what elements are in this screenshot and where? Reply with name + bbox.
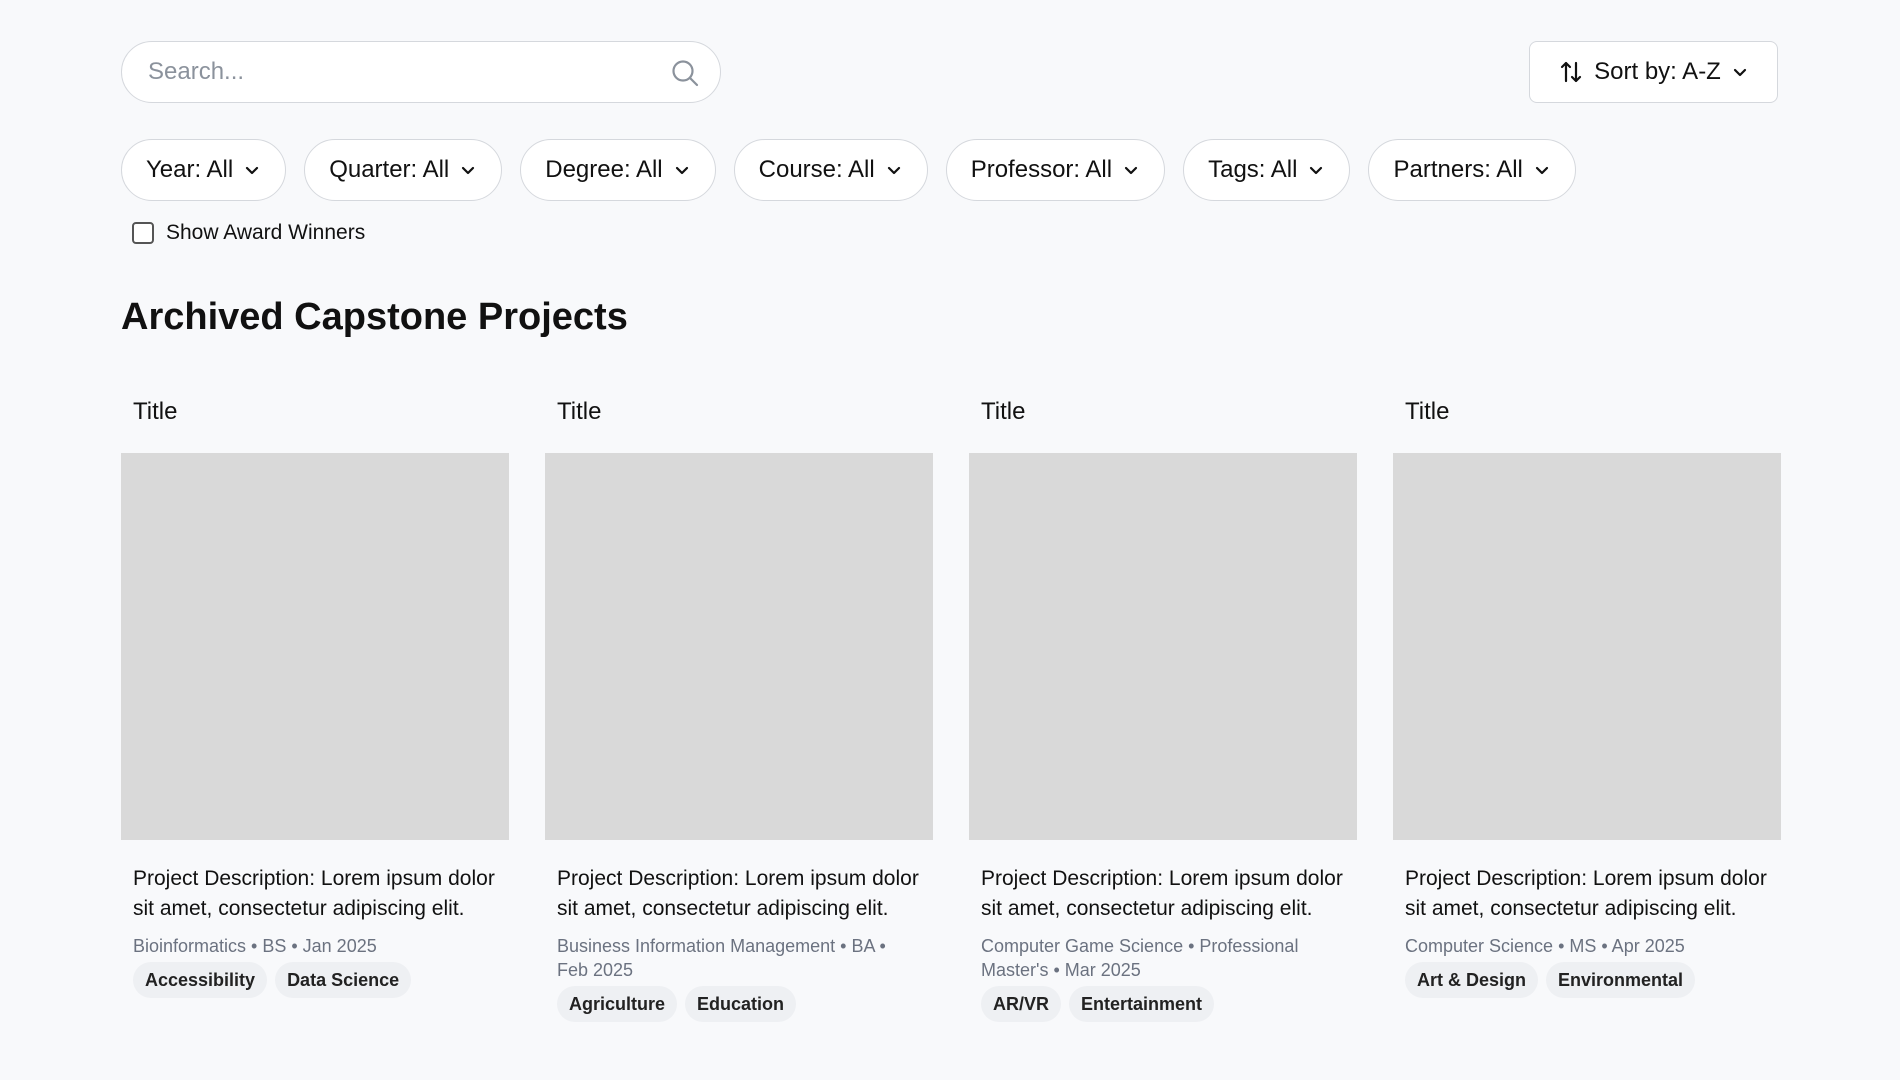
project-description: Project Description: Lorem ipsum dolor s…: [1405, 867, 1767, 920]
project-card[interactable]: Title Project Description: Lorem ipsum d…: [545, 390, 933, 1022]
award-winners-filter[interactable]: Show Award Winners: [132, 221, 365, 245]
filter-quarter[interactable]: Quarter: All: [304, 139, 503, 201]
project-meta: Bioinformatics • BS • Jan 2025: [133, 936, 377, 956]
search-input[interactable]: [146, 57, 640, 87]
project-image-placeholder[interactable]: [121, 453, 509, 840]
filter-degree[interactable]: Degree: All: [520, 139, 716, 201]
filter-label: Quarter: All: [329, 156, 450, 183]
project-description: Project Description: Lorem ipsum dolor s…: [557, 867, 919, 920]
chevron-down-icon: [1533, 161, 1551, 179]
chevron-down-icon: [1731, 63, 1749, 81]
page: Sort by: A-Z Year: All Quarter: All Degr…: [0, 0, 1900, 1080]
project-tags: AR/VR Entertainment: [981, 986, 1357, 1022]
project-card[interactable]: Title Project Description: Lorem ipsum d…: [1393, 390, 1781, 1022]
project-image-placeholder[interactable]: [545, 453, 933, 840]
project-card[interactable]: Title Project Description: Lorem ipsum d…: [121, 390, 509, 1022]
project-title[interactable]: Title: [1405, 398, 1781, 434]
tag-chip[interactable]: Art & Design: [1405, 962, 1539, 998]
filter-label: Year: All: [146, 156, 234, 183]
tag-chip[interactable]: AR/VR: [981, 986, 1062, 1022]
project-tags: Agriculture Education: [557, 986, 933, 1022]
filter-tags[interactable]: Tags: All: [1183, 139, 1351, 201]
chevron-down-icon: [673, 161, 691, 179]
filter-label: Tags: All: [1208, 156, 1298, 183]
filter-course[interactable]: Course: All: [733, 139, 928, 201]
sort-dropdown[interactable]: Sort by: A-Z: [1529, 41, 1778, 103]
tag-chip[interactable]: Environmental: [1546, 962, 1696, 998]
chevron-down-icon: [885, 161, 903, 179]
award-winners-label: Show Award Winners: [166, 221, 366, 244]
tag-chip[interactable]: Agriculture: [557, 986, 678, 1022]
tag-chip[interactable]: Education: [685, 986, 797, 1022]
project-meta: Computer Game Science • Professional Mas…: [981, 936, 1299, 980]
project-image-placeholder[interactable]: [969, 453, 1357, 840]
filter-professor[interactable]: Professor: All: [945, 139, 1166, 201]
filter-label: Professor: All: [970, 156, 1113, 183]
filter-label: Partners: All: [1393, 156, 1523, 183]
search-icon[interactable]: [670, 58, 700, 88]
filter-label: Course: All: [758, 156, 875, 183]
project-grid: Title Project Description: Lorem ipsum d…: [121, 390, 1781, 1022]
tag-chip[interactable]: Entertainment: [1069, 986, 1215, 1022]
sort-arrows-icon: [1558, 59, 1584, 85]
page-title: Archived Capstone Projects: [121, 296, 628, 338]
filter-bar: Year: All Quarter: All Degree: All Cours…: [121, 139, 1576, 201]
project-meta: Computer Science • MS • Apr 2025: [1405, 936, 1685, 956]
project-title[interactable]: Title: [981, 398, 1357, 434]
filter-year[interactable]: Year: All: [121, 139, 287, 201]
filter-partners[interactable]: Partners: All: [1368, 139, 1576, 201]
search-box[interactable]: [121, 41, 721, 103]
award-winners-checkbox[interactable]: [132, 222, 154, 244]
project-meta: Business Information Management • BA • F…: [557, 936, 886, 980]
tag-chip[interactable]: Accessibility: [133, 962, 268, 998]
chevron-down-icon: [1307, 161, 1325, 179]
project-image-placeholder[interactable]: [1393, 453, 1781, 840]
project-description: Project Description: Lorem ipsum dolor s…: [981, 867, 1343, 920]
project-card[interactable]: Title Project Description: Lorem ipsum d…: [969, 390, 1357, 1022]
tag-chip[interactable]: Data Science: [275, 962, 412, 998]
chevron-down-icon: [243, 161, 261, 179]
chevron-down-icon: [459, 161, 477, 179]
chevron-down-icon: [1122, 161, 1140, 179]
project-tags: Accessibility Data Science: [133, 962, 509, 998]
project-title[interactable]: Title: [133, 398, 509, 434]
project-title[interactable]: Title: [557, 398, 933, 434]
sort-label: Sort by: A-Z: [1594, 58, 1721, 85]
filter-label: Degree: All: [545, 156, 663, 183]
project-tags: Art & Design Environmental: [1405, 962, 1781, 998]
project-description: Project Description: Lorem ipsum dolor s…: [133, 867, 495, 920]
